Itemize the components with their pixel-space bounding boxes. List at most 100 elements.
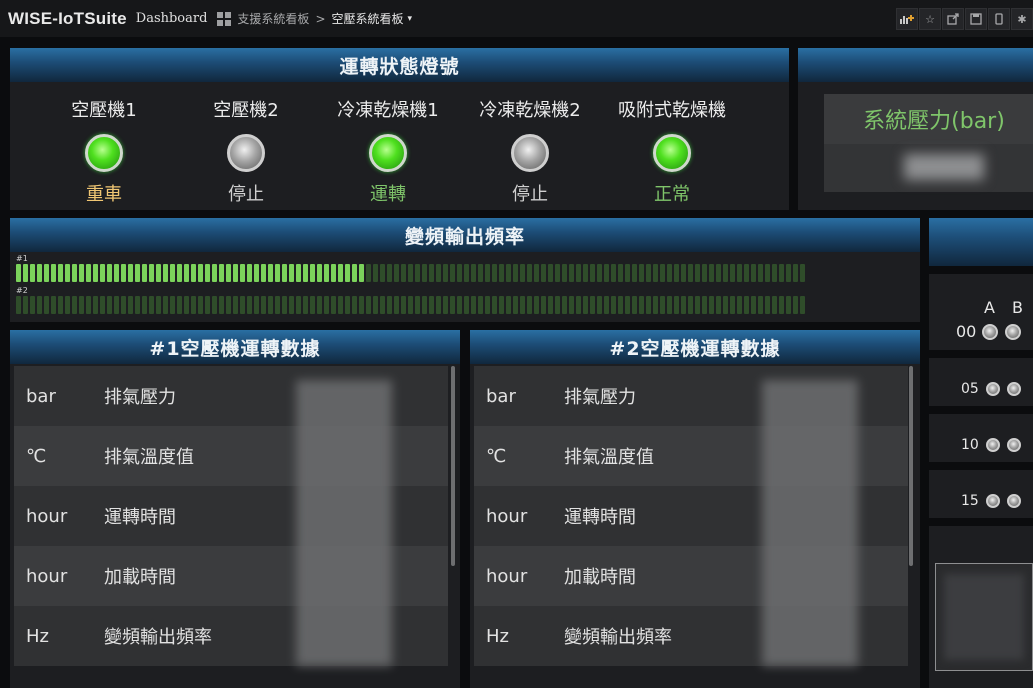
green-lamp-icon <box>653 134 691 172</box>
bar-segment <box>618 296 623 314</box>
bar-segment <box>597 264 602 282</box>
segment-bar <box>16 264 807 282</box>
breadcrumb-separator: > <box>315 11 326 26</box>
bar-segment <box>37 264 42 282</box>
gray-lamp-icon <box>1006 382 1021 396</box>
bar-segment <box>800 264 805 282</box>
ab-status-panel: 05 <box>929 358 1033 406</box>
row-label: 運轉時間 <box>564 507 636 528</box>
bar-segment <box>534 296 539 314</box>
bar-segment <box>625 264 630 282</box>
compressor1-data-panel: #1空壓機運轉數據 bar 排氣壓力 ℃ 排氣溫度值 hour 運轉時間 hour 加載… <box>10 330 460 688</box>
bar-segment <box>408 296 413 314</box>
bar-segment <box>373 264 378 282</box>
bar-segment <box>121 264 126 282</box>
mobile-icon[interactable] <box>988 8 1010 30</box>
bar-segment <box>723 264 728 282</box>
chevron-down-icon[interactable]: ▾ <box>408 14 413 24</box>
bar-segment <box>723 296 728 314</box>
gear-icon[interactable]: ✱ <box>1011 8 1033 30</box>
scrollbar[interactable] <box>451 366 455 566</box>
bar-segment <box>198 296 203 314</box>
bar-segment <box>436 264 441 282</box>
bar-segment <box>653 264 658 282</box>
bar-segment <box>751 296 756 314</box>
bar-segment <box>429 264 434 282</box>
bar-segment <box>702 296 707 314</box>
light-state: 停止 <box>512 184 548 205</box>
bar-segment <box>737 296 742 314</box>
panel-title-bar <box>929 218 1033 266</box>
bar-segment <box>345 296 350 314</box>
bar-segment <box>128 296 133 314</box>
bar-segment <box>422 296 427 314</box>
breadcrumb-folder[interactable]: 支援系統看板 <box>237 10 309 27</box>
panel-title-bar <box>798 48 1033 82</box>
row-number: 15 <box>961 493 979 509</box>
add-panel-icon[interactable] <box>896 8 918 30</box>
star-icon[interactable]: ☆ <box>919 8 941 30</box>
pressure-gauge: 系統壓力(bar) <box>824 94 1033 192</box>
bar-segment <box>352 296 357 314</box>
bar-segment <box>555 264 560 282</box>
bar-segment <box>184 264 189 282</box>
bar-segment <box>716 296 721 314</box>
breadcrumb-dashboard[interactable]: 空壓系統看板 <box>332 10 404 27</box>
bar-segment <box>499 296 504 314</box>
bar-segment <box>170 296 175 314</box>
bar-segment <box>464 264 469 282</box>
bar-segment <box>520 264 525 282</box>
bar-segment <box>394 296 399 314</box>
row-unit: bar <box>486 385 516 407</box>
bar-segment <box>254 296 259 314</box>
bar-segment <box>16 296 21 314</box>
bar-segment <box>317 264 322 282</box>
bar-segment <box>674 296 679 314</box>
freq-bar-label: #1 <box>16 254 28 263</box>
bar-segment <box>709 296 714 314</box>
bar-segment <box>219 296 224 314</box>
system-pressure-panel: 系統壓力(bar) <box>798 48 1033 210</box>
bar-segment <box>695 264 700 282</box>
bar-segment <box>44 296 49 314</box>
row-number: 10 <box>961 437 979 453</box>
bar-segment <box>450 264 455 282</box>
bar-segment <box>772 296 777 314</box>
bar-segment <box>765 296 770 314</box>
bar-segment <box>709 264 714 282</box>
share-icon[interactable] <box>942 8 964 30</box>
bar-segment <box>604 296 609 314</box>
row-unit: bar <box>26 385 56 407</box>
bar-segment <box>702 264 707 282</box>
bar-segment <box>23 296 28 314</box>
row-label: 加載時間 <box>564 567 636 588</box>
row-number: 00 <box>956 322 977 341</box>
scrollbar[interactable] <box>909 366 913 566</box>
bar-segment <box>296 296 301 314</box>
bar-segment <box>191 296 196 314</box>
light-item: 空壓機2 停止 <box>176 96 316 206</box>
light-name: 空壓機2 <box>213 100 279 121</box>
light-state: 重車 <box>86 184 122 205</box>
bar-segment <box>289 264 294 282</box>
bar-segment <box>611 296 616 314</box>
freq-bar-label: #2 <box>16 286 28 295</box>
bar-segment <box>261 296 266 314</box>
gray-lamp-icon <box>511 134 549 172</box>
save-icon[interactable] <box>965 8 987 30</box>
column-b-label: B <box>1012 298 1023 317</box>
bar-segment <box>548 264 553 282</box>
bar-segment <box>485 264 490 282</box>
bar-segment <box>240 296 245 314</box>
brand-logo[interactable]: WISE-IoTSuite <box>8 9 127 29</box>
bar-segment <box>226 264 231 282</box>
light-item: 冷凍乾燥機1 運轉 <box>318 96 458 206</box>
bar-segment <box>632 296 637 314</box>
row-unit: hour <box>26 565 68 587</box>
bar-segment <box>688 264 693 282</box>
bar-segment <box>737 264 742 282</box>
bar-segment <box>58 264 63 282</box>
bar-segment <box>548 296 553 314</box>
right-panel-header <box>929 218 1033 266</box>
bar-segment <box>205 264 210 282</box>
